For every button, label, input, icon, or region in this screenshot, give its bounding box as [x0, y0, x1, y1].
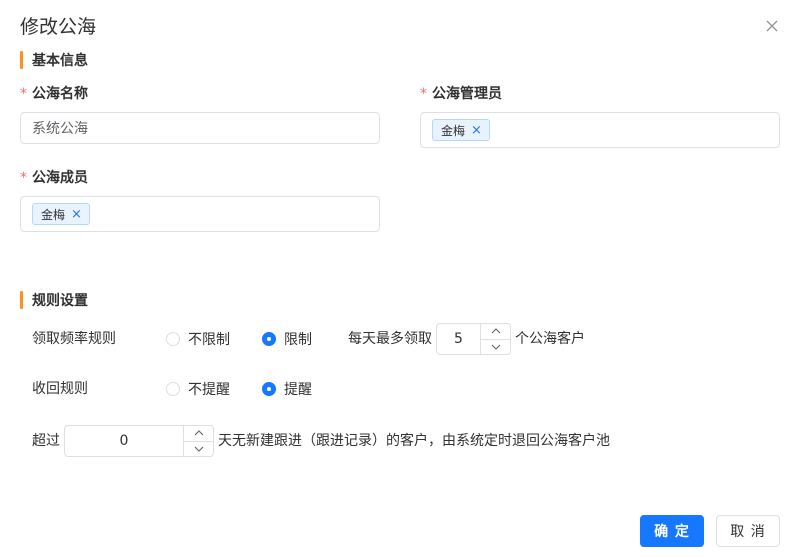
pool-admin-label-text: 公海管理员 [432, 86, 502, 102]
stepper-controls [480, 324, 510, 354]
pool-admin-label: * 公海管理员 [420, 85, 502, 103]
cancel-button[interactable]: 取 消 [716, 515, 780, 547]
radio-circle [166, 382, 180, 396]
section-title: 规则设置 [32, 293, 88, 309]
claim-rule-label: 领取频率规则 [32, 331, 116, 347]
radio-label: 不限制 [188, 332, 230, 348]
pool-admin-select[interactable]: 金梅 × [420, 112, 780, 148]
claim-limit-value[interactable]: 5 [437, 324, 480, 354]
radio-label: 不提醒 [188, 382, 230, 398]
required-mark: * [20, 170, 27, 186]
claim-rule-limited-radio[interactable]: 限制 [262, 330, 312, 348]
claim-limit-suffix: 个公海客户 [515, 331, 585, 347]
required-mark: * [20, 86, 27, 102]
pool-members-select[interactable]: 金梅 × [20, 196, 380, 232]
timeout-days-value[interactable]: 0 [65, 426, 183, 456]
recycle-rule-remind-radio[interactable]: 提醒 [262, 380, 312, 398]
radio-label: 提醒 [284, 382, 312, 398]
timeout-days-stepper[interactable]: 0 [64, 425, 214, 457]
pool-members-label-text: 公海成员 [32, 170, 88, 186]
section-rules: 规则设置 [20, 291, 88, 309]
dialog-title: 修改公海 [20, 16, 97, 38]
tag-close-icon[interactable]: × [71, 208, 82, 221]
radio-circle-checked [262, 332, 276, 346]
stepper-controls [183, 426, 213, 456]
pool-name-label-text: 公海名称 [32, 86, 88, 102]
section-basic-info: 基本信息 [20, 51, 88, 69]
tag-close-icon[interactable]: × [471, 124, 482, 137]
timeout-suffix: 天无新建跟进（跟进记录）的客户，由系统定时退回公海客户池 [218, 433, 610, 449]
claim-limit-prefix: 每天最多领取 [348, 331, 432, 347]
radio-circle [166, 332, 180, 346]
radio-circle-checked [262, 382, 276, 396]
recycle-rule-no-remind-radio[interactable]: 不提醒 [166, 380, 230, 398]
member-tag: 金梅 × [32, 203, 90, 225]
chevron-down-icon[interactable] [481, 338, 510, 355]
chevron-down-icon[interactable] [184, 440, 213, 457]
recycle-rule-label: 收回规则 [32, 381, 88, 397]
chevron-up-icon[interactable] [184, 426, 213, 441]
radio-label: 限制 [284, 332, 312, 348]
claim-rule-unlimited-radio[interactable]: 不限制 [166, 330, 230, 348]
confirm-button[interactable]: 确 定 [640, 515, 704, 547]
section-accent-bar [20, 291, 23, 309]
pool-name-value: 系统公海 [32, 121, 88, 137]
claim-limit-stepper[interactable]: 5 [436, 323, 511, 355]
member-tag-label: 金梅 [41, 207, 66, 222]
chevron-up-icon[interactable] [481, 324, 510, 339]
close-icon[interactable] [765, 19, 779, 33]
admin-tag: 金梅 × [432, 119, 490, 141]
pool-members-label: * 公海成员 [20, 169, 88, 187]
section-accent-bar [20, 51, 23, 69]
pool-name-label: * 公海名称 [20, 85, 88, 103]
section-title: 基本信息 [32, 53, 88, 69]
admin-tag-label: 金梅 [441, 123, 466, 138]
edit-pool-dialog: 修改公海 基本信息 * 公海名称 系统公海 * 公海管理员 金梅 × * 公海成员 金… [0, 0, 801, 557]
pool-name-input[interactable]: 系统公海 [20, 112, 380, 144]
timeout-prefix: 超过 [32, 433, 60, 449]
required-mark: * [420, 86, 427, 102]
